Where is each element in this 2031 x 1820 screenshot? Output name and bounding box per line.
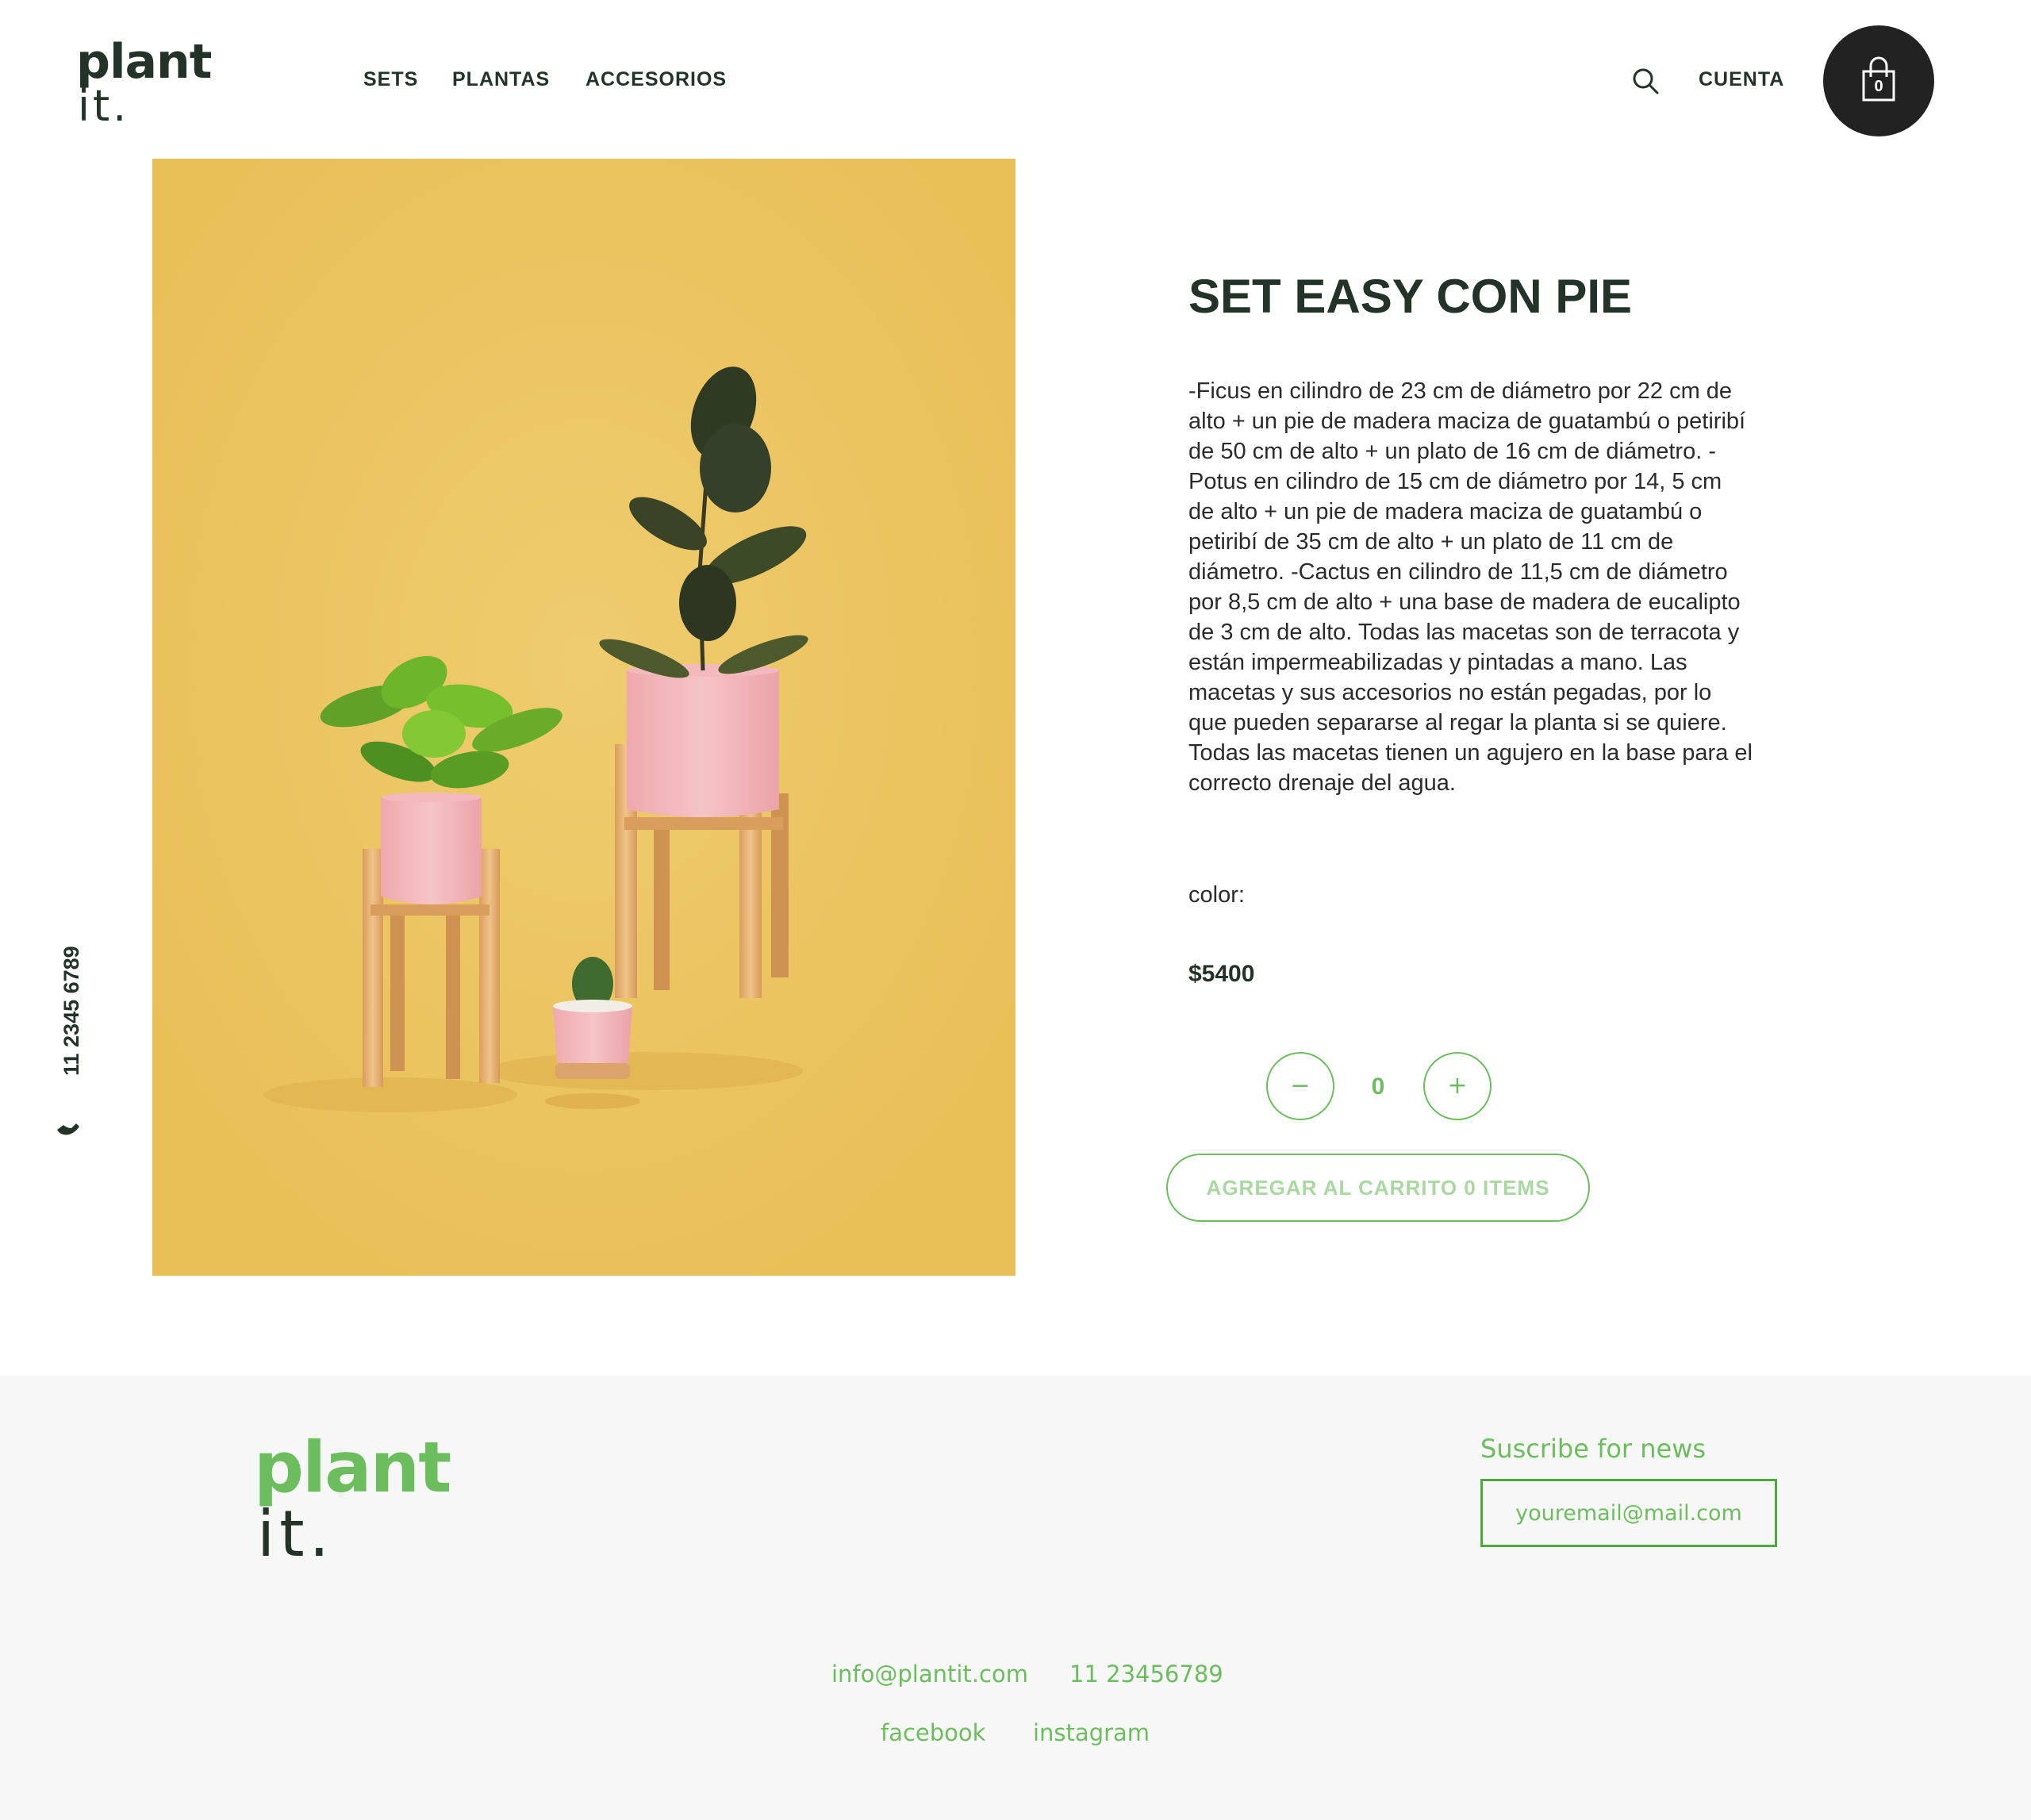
side-phone: 11 2345 6789 — [56, 936, 87, 1076]
footer-logo[interactable]: plant it. — [254, 1426, 451, 1585]
quantity-increase-button[interactable]: + — [1423, 1052, 1492, 1120]
product-image — [152, 159, 1016, 1276]
cart-count-badge: 0 — [1874, 78, 1883, 95]
footer-email-link[interactable]: info@plantit.com — [831, 1658, 1028, 1690]
color-label: color: — [1188, 882, 1245, 908]
logo-it-text: it. — [78, 81, 130, 131]
side-phone-number[interactable]: 11 2345 6789 — [56, 936, 87, 1076]
subscribe-email-input[interactable] — [1480, 1479, 1777, 1547]
footer-phone-link[interactable]: 11 23456789 — [1069, 1658, 1223, 1690]
nav-item-sets[interactable]: SETS — [363, 63, 418, 95]
product-description: -Ficus en cilindro de 23 cm de diámetro … — [1188, 378, 1753, 796]
footer-logo-it-text: it. — [257, 1497, 335, 1571]
nav-item-accesorios[interactable]: ACCESORIOS — [585, 63, 727, 95]
product-photo — [152, 159, 1016, 1276]
cart-button[interactable]: 0 — [1823, 25, 1934, 136]
header-logo[interactable]: plant it. — [76, 32, 212, 135]
nav-item-plantas[interactable]: PLANTAS — [452, 63, 550, 95]
search-icon[interactable] — [1631, 67, 1660, 95]
subscribe-title: Suscribe for news — [1480, 1434, 1707, 1464]
quantity-decrease-button[interactable]: − — [1266, 1052, 1334, 1120]
add-to-cart-button[interactable]: AGREGAR AL CARRITO 0 ITEMS — [1166, 1154, 1590, 1222]
footer-instagram-link[interactable]: instagram — [1033, 1717, 1150, 1749]
product-title: SET EASY CON PIE — [1188, 270, 1633, 323]
footer: plant it. Suscribe for news info@plantit… — [0, 1376, 2031, 1820]
quantity-value: 0 — [1371, 1073, 1385, 1100]
product-price: $5400 — [1188, 961, 1255, 987]
phone-icon[interactable] — [54, 1111, 83, 1139]
footer-facebook-link[interactable]: facebook — [881, 1717, 985, 1749]
account-link[interactable]: CUENTA — [1699, 63, 1784, 95]
